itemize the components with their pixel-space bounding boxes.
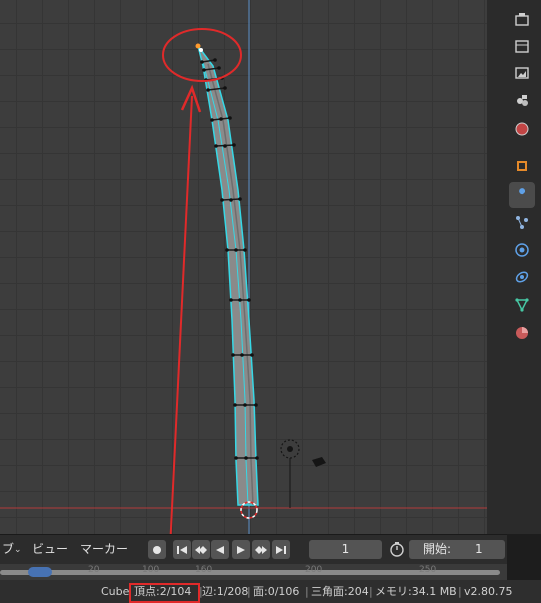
jump-keyframe-back-button[interactable] (192, 540, 210, 559)
timeline-menu-playback[interactable]: ブ (2, 535, 14, 563)
annotation-highlight-box (129, 583, 200, 603)
constraints-icon[interactable] (509, 264, 535, 290)
status-version: v2.80.75 (464, 585, 513, 598)
status-tris: 三角面:204 (311, 585, 369, 598)
ruler-tick: 100 (142, 565, 160, 575)
ruler-tick: 250 (419, 565, 437, 575)
modifier-wrench-icon[interactable] (509, 182, 535, 208)
timeline-header: ブ ⌄ ビュー マーカー 1 開始: 1 (0, 534, 507, 565)
current-frame-field[interactable]: 1 (309, 540, 382, 559)
start-frame-label: 開始: (423, 542, 452, 556)
particles-icon[interactable] (509, 209, 535, 235)
object-icon[interactable] (509, 153, 535, 179)
status-separator: | (247, 585, 251, 598)
playhead-thumb[interactable] (28, 567, 52, 577)
status-bar: Cube 頂点:2/104 | 辺:1/208 | 面:0/106 | 三角面:… (0, 580, 541, 603)
status-object-name: Cube (101, 585, 130, 598)
start-frame-value: 1 (475, 542, 483, 556)
status-memory: メモリ:34.1 MB (375, 585, 457, 598)
jump-keyframe-forward-button[interactable] (252, 540, 270, 559)
output-icon[interactable] (509, 60, 535, 86)
play-button[interactable] (232, 540, 250, 559)
ruler-tick: 160 (195, 565, 213, 575)
jump-start-button[interactable] (173, 540, 191, 559)
status-separator: | (369, 585, 373, 598)
view-layer-icon[interactable] (509, 87, 535, 113)
world-icon[interactable] (509, 116, 535, 142)
status-separator: | (305, 585, 309, 598)
status-separator: | (458, 585, 462, 598)
chevron-down-icon[interactable]: ⌄ (14, 545, 22, 555)
ruler-tick: 20 (88, 565, 100, 575)
timeline-menu-view[interactable]: ビュー (32, 535, 68, 563)
3d-viewport[interactable] (0, 0, 487, 534)
material-icon[interactable] (509, 320, 535, 346)
record-button[interactable] (148, 540, 166, 559)
start-frame-field[interactable]: 開始: 1 (409, 540, 505, 559)
physics-icon[interactable] (509, 237, 535, 263)
camera-icon (312, 457, 326, 467)
ruler-tick: 200 (305, 565, 323, 575)
status-edges: 辺:1/208 (202, 585, 249, 598)
timeline-menu-marker[interactable]: マーカー (80, 535, 128, 563)
play-reverse-button[interactable] (211, 540, 229, 559)
timeline-scrub-area[interactable]: 20 100 160 200 250 (0, 564, 507, 580)
stopwatch-icon[interactable] (389, 541, 405, 561)
render-icon[interactable] (509, 33, 535, 59)
status-faces: 面:0/106 (253, 585, 300, 598)
jump-end-button[interactable] (272, 540, 290, 559)
object-data-icon[interactable] (509, 292, 535, 318)
annotation-arrow (169, 95, 193, 534)
tool-icon[interactable] (509, 6, 535, 32)
light-icon (280, 439, 300, 508)
